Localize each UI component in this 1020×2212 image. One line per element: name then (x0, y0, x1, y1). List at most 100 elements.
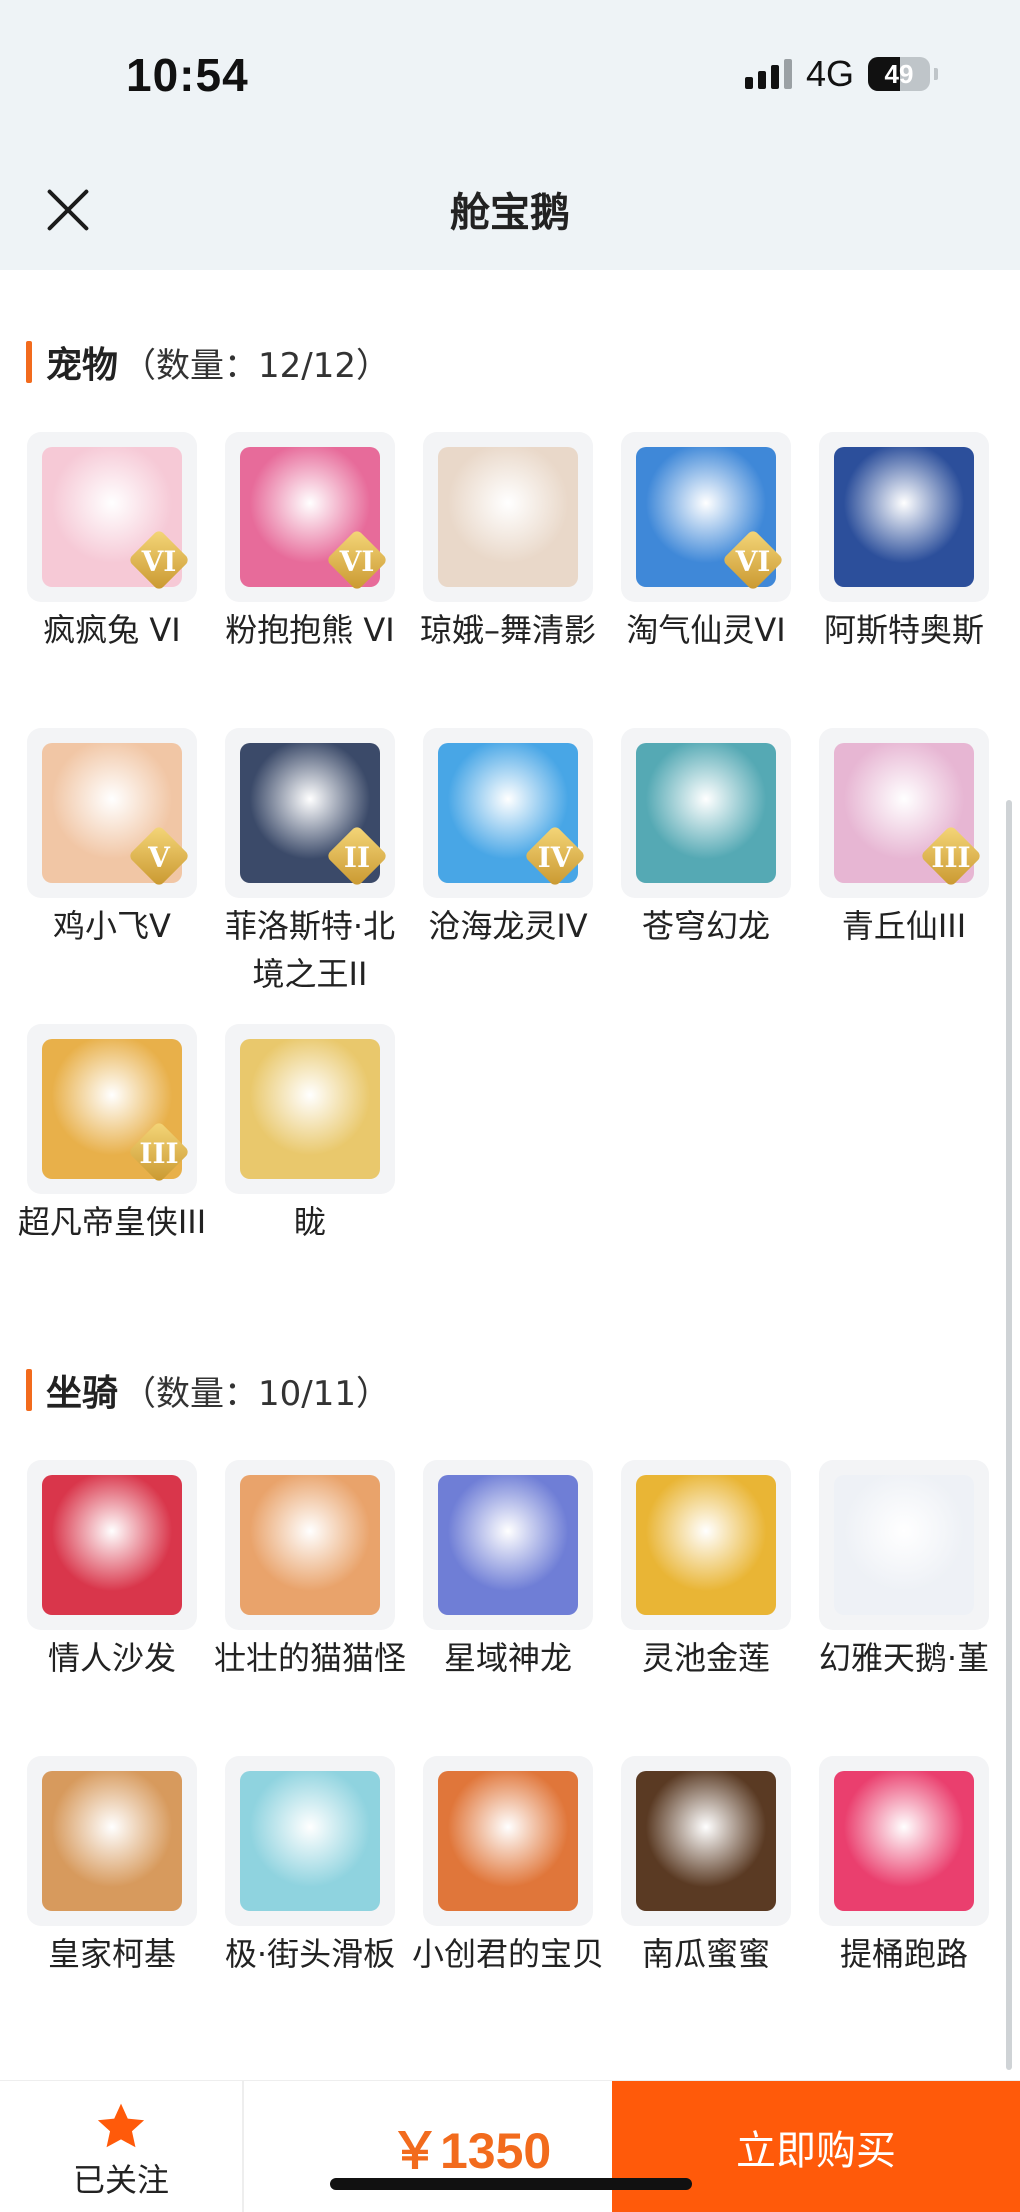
item-label: 小创君的宝贝 (411, 1935, 604, 1973)
price: ￥1350 (390, 2123, 552, 2179)
status-time: 10:54 (126, 49, 249, 101)
status-indicators: 4G 49 (744, 53, 938, 94)
item-label: 青丘仙III (841, 907, 967, 945)
grid-item[interactable]: 壮壮的猫猫怪 (214, 1460, 406, 1756)
grid-item[interactable]: II 菲洛斯特·北境之王II (224, 728, 396, 1024)
item-thumbnail (423, 1460, 593, 1630)
item-label: 鸡小飞V (53, 907, 171, 945)
buy-now-button[interactable]: 立即购买 (612, 2081, 1020, 2212)
item-label: 星域神龙 (443, 1639, 572, 1677)
section-name: 坐骑 (46, 1373, 119, 1414)
grid-item[interactable]: 情人沙发 (26, 1460, 198, 1756)
grid-item[interactable]: 极·街头滑板 (224, 1756, 396, 2052)
item-label: 皇家柯基 (47, 1935, 176, 1973)
item-image (636, 1475, 776, 1615)
item-thumbnail (225, 1024, 395, 1194)
item-thumbnail (819, 432, 989, 602)
item-label: 苍穹幻龙 (641, 907, 770, 945)
rank-badge-label: III (139, 1137, 179, 1170)
item-thumbnail: VI (621, 432, 791, 602)
item-image (438, 1475, 578, 1615)
item-thumbnail (225, 1756, 395, 1926)
item-label: 阿斯特奥斯 (823, 611, 984, 649)
grid-item[interactable]: VI 淘气仙灵VI (620, 432, 792, 728)
network-label: 4G (805, 53, 854, 94)
scrollbar[interactable] (1006, 800, 1012, 2070)
page-title: 舱宝鹅 (450, 190, 570, 236)
item-label: 眬 (293, 1203, 326, 1241)
item-label: 沧海龙灵IV (428, 907, 588, 945)
item-image (240, 1771, 380, 1911)
rank-badge-label: II (343, 841, 371, 874)
item-label: 灵池金莲 (641, 1639, 770, 1677)
star-icon (97, 2103, 145, 2148)
grid-item[interactable]: 皇家柯基 (26, 1756, 198, 2052)
item-label: 幻雅天鹅·堇 (818, 1639, 990, 1677)
item-thumbnail: VI (27, 432, 197, 602)
section-name: 宠物 (46, 345, 119, 386)
mounts-section-title: 坐骑 （数量：10/11） (26, 1366, 390, 1414)
item-thumbnail (27, 1756, 197, 1926)
item-label: 超凡帝皇侠III (17, 1203, 207, 1241)
item-image (438, 1771, 578, 1911)
item-label: 极·街头滑板 (224, 1935, 396, 1973)
home-indicator (330, 2178, 692, 2190)
grid-item[interactable]: 琼娥–舞清影 (420, 432, 596, 728)
item-image (240, 1039, 380, 1179)
item-image (834, 447, 974, 587)
footer-bar: 已关注 ￥1350 立即购买 (0, 2080, 1020, 2212)
item-label: 疯疯兔 VI (43, 611, 181, 649)
item-thumbnail (819, 1460, 989, 1630)
item-image (834, 1475, 974, 1615)
item-thumbnail: III (27, 1024, 197, 1194)
grid-item[interactable]: V 鸡小飞V (26, 728, 198, 1024)
section-count: （数量：12/12） (122, 345, 390, 386)
item-image (240, 1475, 380, 1615)
rank-badge-label: VI (735, 545, 771, 578)
grid-item[interactable]: 小创君的宝贝 (412, 1756, 604, 2052)
item-thumbnail (225, 1460, 395, 1630)
section-accent-bar (26, 1369, 32, 1411)
grid-item[interactable]: III 青丘仙III (818, 728, 990, 1024)
top-bar: 10:54 4G 49 舱宝鹅 (0, 0, 1020, 270)
grid-item[interactable]: 灵池金莲 (620, 1460, 792, 1756)
item-image (636, 743, 776, 883)
item-thumbnail (621, 1756, 791, 1926)
item-thumbnail: III (819, 728, 989, 898)
grid-item[interactable]: 南瓜蜜蜜 (620, 1756, 792, 2052)
grid-item[interactable]: 星域神龙 (422, 1460, 594, 1756)
rank-badge-label: VI (339, 545, 375, 578)
item-thumbnail: II (225, 728, 395, 898)
item-thumbnail: IV (423, 728, 593, 898)
grid-item[interactable]: 幻雅天鹅·堇 (818, 1460, 990, 1756)
grid-item[interactable]: 苍穹幻龙 (620, 728, 792, 1024)
item-image (42, 1475, 182, 1615)
item-thumbnail (423, 1756, 593, 1926)
grid-item[interactable]: 阿斯特奥斯 (818, 432, 990, 728)
grid-item[interactable]: VI 粉抱抱熊 VI (224, 432, 396, 728)
section-count: （数量：10/11） (122, 1373, 390, 1414)
item-thumbnail (423, 432, 593, 602)
rank-badge-label: VI (141, 545, 177, 578)
follow-button[interactable]: 已关注 (0, 2081, 244, 2212)
item-label: 淘气仙灵VI (626, 611, 786, 649)
item-label: 情人沙发 (47, 1639, 176, 1677)
grid-item[interactable]: III 超凡帝皇侠III (18, 1024, 206, 1320)
item-thumbnail (621, 1460, 791, 1630)
grid-item[interactable]: 提桶跑路 (818, 1756, 990, 2052)
item-thumbnail (27, 1460, 197, 1630)
item-image (42, 1771, 182, 1911)
grid-item[interactable]: VI 疯疯兔 VI (26, 432, 198, 728)
item-label: 南瓜蜜蜜 (641, 1935, 770, 1973)
signal-icon (744, 59, 792, 89)
item-thumbnail: V (27, 728, 197, 898)
battery-level: 49 (884, 58, 914, 89)
mounts-grid: 情人沙发 壮壮的猫猫怪 星域神龙 灵池金莲 幻雅天鹅·堇皇家柯基 极·街头滑板 小创君的宝贝… (26, 1460, 996, 2052)
battery-icon: 49 (868, 57, 938, 91)
item-thumbnail (819, 1756, 989, 1926)
grid-item[interactable]: IV 沧海龙灵IV (422, 728, 594, 1024)
item-label: 提桶跑路 (839, 1935, 968, 1973)
grid-item[interactable]: 眬 (224, 1024, 396, 1320)
item-label: 粉抱抱熊 VI (225, 611, 395, 649)
rank-badge-label: IV (537, 841, 573, 874)
